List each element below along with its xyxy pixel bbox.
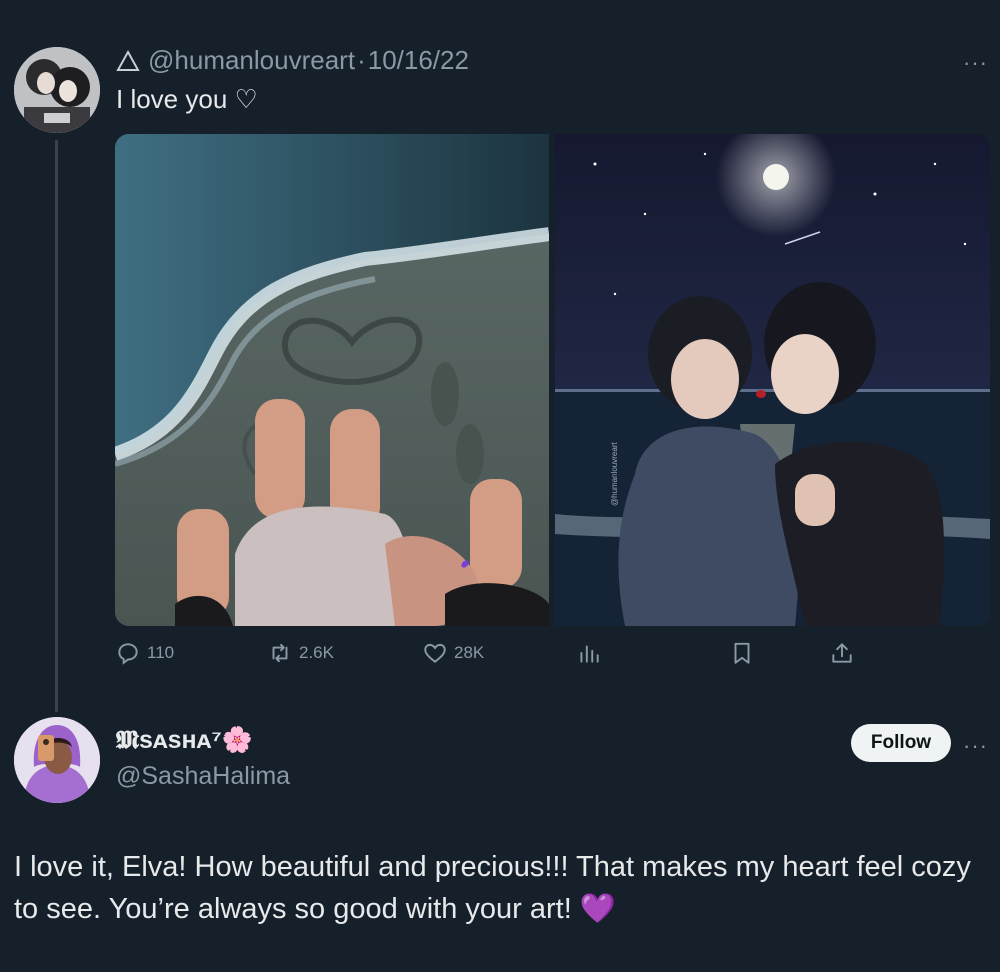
bookmark-button[interactable] (729, 640, 761, 666)
artist-watermark: @humanlouvreart (610, 442, 619, 506)
share-icon (832, 643, 852, 663)
tweet-date[interactable]: 10/16/22 (368, 45, 469, 76)
tweet-text: I love you ♡ (116, 84, 258, 114)
reply-author-avatar[interactable] (14, 717, 100, 803)
image-moonlit-kiss[interactable]: @humanlouvreart (555, 134, 990, 626)
retweet-icon (272, 643, 288, 663)
heart-icon (424, 643, 446, 663)
reply-text: I love it, Elva! How beautiful and preci… (14, 851, 971, 925)
follow-button[interactable]: Follow (851, 724, 951, 762)
retweet-count: 2.6K (299, 643, 334, 662)
bookmark-icon (734, 642, 750, 664)
reply-author-handle[interactable]: @SashaHalima (116, 762, 290, 791)
tweet-media[interactable]: @humanlouvreart (115, 134, 990, 626)
image-beach-footprints-heart[interactable] (115, 134, 549, 626)
header-separator: · (357, 45, 366, 75)
more-options-icon[interactable]: ··· (963, 50, 988, 76)
reply-icon (118, 643, 138, 665)
thread-line (55, 140, 58, 712)
reply-display-name[interactable]: 𝕸sᴀsʜᴀ⁷🌸 (116, 726, 253, 755)
like-count: 28K (454, 643, 485, 662)
views-button[interactable] (576, 640, 608, 666)
reply-more-options-icon[interactable]: ··· (963, 733, 988, 759)
author-avatar[interactable] (14, 47, 100, 133)
like-button[interactable]: 28K (422, 640, 484, 666)
share-button[interactable] (829, 640, 861, 666)
tweet-header: @humanlouvreart · 10/16/22 (116, 45, 469, 76)
tweet-action-bar: 110 2.6K 28K (115, 640, 875, 674)
author-handle[interactable]: @humanlouvreart (148, 45, 355, 76)
retweet-button[interactable]: 2.6K (267, 640, 334, 666)
views-chart-icon (580, 645, 599, 663)
reply-button[interactable]: 110 (115, 640, 174, 666)
triangle-outline-icon (116, 49, 140, 71)
reply-count: 110 (147, 643, 175, 662)
